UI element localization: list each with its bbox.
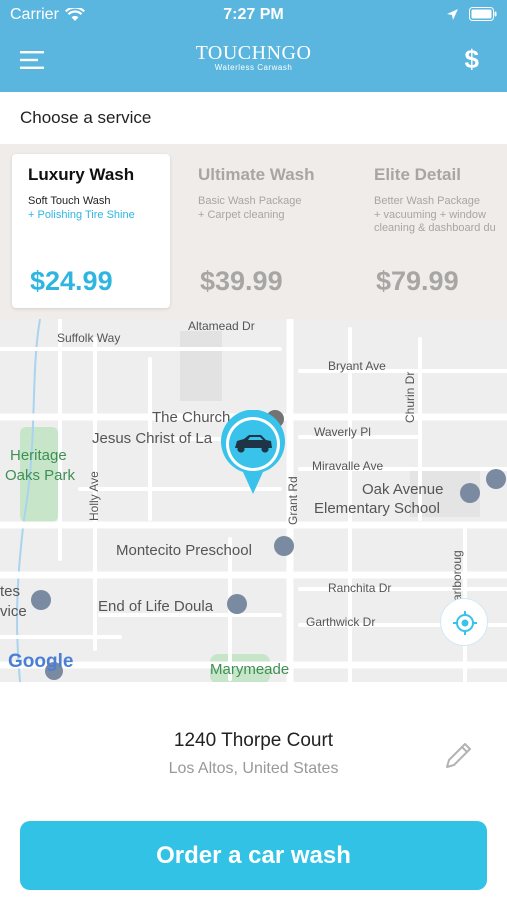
brand-logo: TOUCHNGO Waterless Carwash (0, 42, 507, 72)
battery-icon (469, 7, 497, 21)
google-logo: Google (8, 651, 74, 672)
map-label: vice (0, 603, 27, 620)
map-label: Montecito Preschool (116, 542, 252, 559)
service-description: Basic Wash Package (198, 195, 302, 207)
map-label: Grant Rd (286, 476, 300, 525)
section-title: Choose a service (20, 108, 152, 127)
map-label: Garthwick Dr (306, 615, 376, 629)
map-label: Ranchita Dr (328, 581, 392, 595)
status-bar: Carrier 7:27 PM (0, 0, 507, 30)
service-description: Soft Touch Wash (28, 195, 111, 207)
map-label: Holly Ave (87, 471, 101, 521)
map-label: Marymeade (210, 661, 290, 678)
service-name: Ultimate Wash (198, 165, 315, 184)
service-price: $79.99 (376, 266, 459, 296)
map-label: Oak Avenue (362, 481, 444, 498)
map-label: Waverly Pl (314, 425, 371, 439)
service-price: $39.99 (200, 266, 283, 296)
map-label: Bryant Ave (328, 359, 386, 373)
edit-address-pencil-icon[interactable] (440, 738, 476, 774)
address-block: 1240 Thorpe Court Los Altos, United Stat… (0, 730, 507, 778)
map-label: Heritage (10, 447, 67, 464)
location-arrow-icon (447, 8, 458, 20)
service-addon: + Polishing Tire Shine (28, 209, 135, 221)
address-street: 1240 Thorpe Court (173, 730, 334, 751)
map-label: tes (0, 583, 21, 600)
service-name: Luxury Wash (28, 165, 135, 184)
locate-me-button[interactable] (440, 598, 488, 646)
map-label: Churin Dr (403, 371, 417, 423)
service-addon: + Carpet cleaning (198, 209, 285, 221)
service-card-ultimate[interactable]: Ultimate Wash Basic Wash Package + Carpe… (182, 154, 340, 308)
pricing-button[interactable]: $ (465, 44, 479, 75)
map-label: Suffolk Way (57, 331, 121, 345)
status-right (446, 7, 497, 21)
app-header: Carrier 7:27 PM TOUCHNGO Waterless Carwa… (0, 0, 507, 92)
logo-tagline: Waterless Carwash (214, 63, 293, 72)
map-label: Elementary School (314, 500, 440, 517)
service-price: $24.99 (30, 266, 113, 296)
service-description: Better Wash Package (374, 195, 480, 207)
service-addon: + vacuuming + window (374, 209, 486, 221)
service-carousel[interactable]: Luxury Wash Soft Touch Wash + Polishing … (0, 144, 507, 319)
map-label: Miravalle Ave (312, 459, 384, 473)
service-card-luxury[interactable]: Luxury Wash Soft Touch Wash + Polishing … (12, 154, 170, 308)
nav-bar: TOUCHNGO Waterless Carwash $ (0, 40, 507, 84)
logo-text: TOUCHNGO (195, 42, 312, 64)
map-label: End of Life Doula (98, 598, 214, 615)
app-screen: Carrier 7:27 PM TOUCHNGO Waterless Carwa… (0, 0, 507, 900)
status-time: 7:27 PM (223, 6, 284, 23)
crosshair-icon (453, 611, 477, 635)
map-label: Altamead Dr (188, 319, 255, 333)
map-label: Oaks Park (5, 467, 76, 484)
car-location-pin[interactable] (219, 409, 287, 496)
map-view[interactable]: Suffolk Way Altamead Dr Bryant Ave Churi… (0, 319, 507, 682)
service-name: Elite Detail (374, 165, 461, 184)
order-car-wash-button[interactable]: Order a car wash (20, 821, 487, 890)
service-addon-cont: cleaning & dashboard du (374, 222, 496, 234)
service-card-elite[interactable]: Elite Detail Better Wash Package + vacuu… (358, 154, 507, 308)
car-pin-icon (221, 409, 285, 494)
map-label: Jesus Christ of La (92, 430, 213, 447)
address-city: Los Altos, United States (168, 760, 339, 777)
